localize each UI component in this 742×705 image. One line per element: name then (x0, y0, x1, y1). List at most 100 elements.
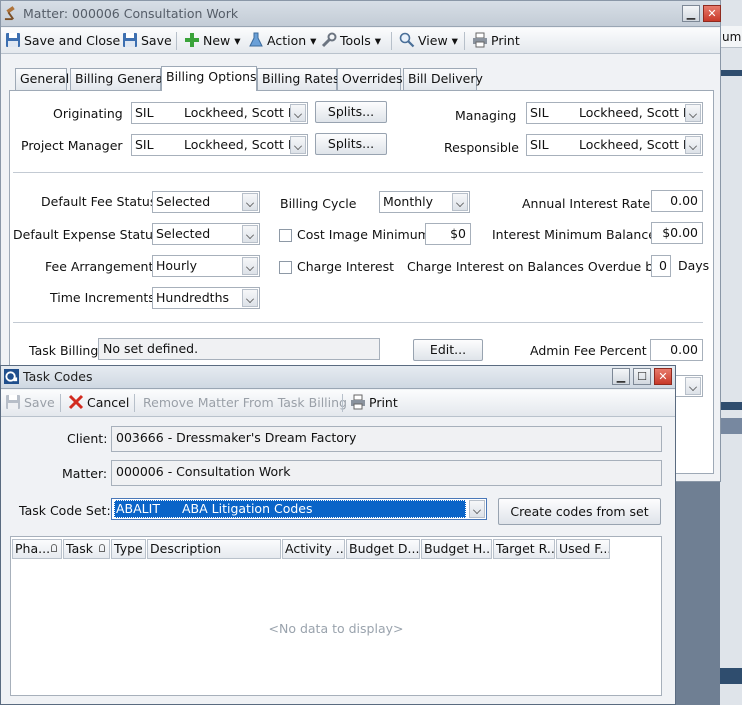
print-button[interactable]: Print (472, 31, 520, 51)
task-code-set-combo[interactable]: ABALIT ABA Litigation Codes (111, 498, 487, 520)
cost-image-minimum-field[interactable]: $0 (425, 223, 471, 245)
maximize-button[interactable]: ☐ (633, 368, 651, 385)
overdue-days-field[interactable]: 0 (651, 255, 671, 277)
save-button[interactable]: Save (5, 393, 55, 413)
chevron-down-icon[interactable] (469, 500, 485, 518)
project-manager-splits-button[interactable]: Splits... (315, 133, 387, 155)
tab-billing-rates[interactable]: Billing Rates (257, 68, 339, 90)
column-header-description[interactable]: Description (147, 539, 281, 559)
originating-splits-button[interactable]: Splits... (315, 101, 387, 123)
chevron-down-icon[interactable] (290, 136, 306, 154)
create-codes-button[interactable]: Create codes from set (498, 498, 661, 525)
view-menu-button[interactable]: View ▾ (399, 31, 458, 51)
print-button[interactable]: Print (350, 393, 398, 413)
column-header-phase[interactable]: Pha... (12, 539, 62, 559)
action-menu-button[interactable]: Action ▾ (248, 31, 316, 51)
tools-label: Tools (340, 33, 371, 48)
charge-interest-overdue-label: Charge Interest on Balances Overdue by (407, 259, 661, 274)
new-menu-button[interactable]: New ▾ (184, 31, 241, 51)
responsible-label: Responsible (444, 140, 519, 155)
minimize-button[interactable]: ▁ (612, 368, 630, 385)
project-manager-label: Project Manager (21, 138, 123, 153)
managing-name: Lockheed, Scott I. (579, 105, 691, 120)
chevron-down-icon[interactable] (685, 377, 701, 395)
print-label: Print (491, 33, 520, 48)
responsible-combo[interactable]: SIL Lockheed, Scott I. (526, 134, 703, 156)
save-button[interactable]: Save (122, 31, 172, 51)
view-label: View (418, 33, 448, 48)
column-header-budget-h[interactable]: Budget H... (421, 539, 492, 559)
managing-code: SIL (530, 105, 549, 120)
floppy-disk-icon (6, 33, 20, 47)
project-manager-combo[interactable]: SIL Lockheed, Scott I. (131, 134, 308, 156)
column-header-target-r[interactable]: Target R... (493, 539, 555, 559)
chevron-down-icon[interactable] (242, 193, 258, 211)
toolbar-separator (134, 394, 135, 412)
remove-matter-button[interactable]: Remove Matter From Task Billing (143, 393, 347, 413)
printer-icon (351, 394, 365, 410)
tab-bill-delivery[interactable]: Bill Delivery (403, 68, 483, 90)
column-header-task[interactable]: Task (63, 539, 110, 559)
time-increments-combo[interactable]: Hundredths (152, 287, 260, 309)
column-header-activity[interactable]: Activity ... (282, 539, 345, 559)
column-header-budget-d[interactable]: Budget D... (346, 539, 420, 559)
save-and-close-label: Save and Close (24, 33, 121, 48)
action-label: Action (267, 33, 307, 48)
magnifier-icon (399, 32, 415, 48)
default-expense-status-label: Default Expense Status (13, 227, 160, 242)
matter-titlebar[interactable]: Matter: 000006 Consultation Work ▁ ✕ (1, 1, 721, 27)
cancel-button[interactable]: Cancel (68, 393, 129, 413)
task-codes-titlebar[interactable]: Task Codes ▁ ☐ ✕ (1, 366, 675, 389)
column-header-label: Pha... (15, 541, 51, 556)
sort-icon (51, 544, 57, 552)
annual-interest-rate-field[interactable]: 0.00 (651, 190, 703, 212)
billing-cycle-combo[interactable]: Monthly (379, 191, 470, 213)
charge-interest-label: Charge Interest (297, 259, 394, 274)
tab-general[interactable]: General (15, 68, 69, 90)
no-data-message: <No data to display> (268, 621, 404, 636)
task-codes-window: Task Codes ▁ ☐ ✕ Save Cancel Remove Matt… (0, 365, 676, 705)
default-expense-status-combo[interactable]: Selected (152, 223, 260, 245)
obscured-combo[interactable] (673, 375, 703, 397)
tab-billing-options[interactable]: Billing Options (161, 66, 257, 91)
background-bar (720, 402, 742, 410)
tools-menu-button[interactable]: Tools ▾ (321, 31, 381, 51)
default-fee-status-value: Selected (156, 194, 211, 209)
tab-billing-general[interactable]: Billing General (70, 68, 167, 90)
chevron-down-icon[interactable] (685, 136, 701, 154)
close-button[interactable]: ✕ (703, 5, 721, 22)
chevron-down-icon[interactable] (452, 193, 468, 211)
chevron-down-icon[interactable] (685, 104, 701, 122)
close-button[interactable]: ✕ (654, 368, 672, 385)
originating-combo[interactable]: SIL Lockheed, Scott I. (131, 102, 308, 124)
interest-minimum-balance-field[interactable]: $0.00 (651, 222, 703, 244)
task-billing-edit-button[interactable]: Edit... (413, 339, 483, 361)
tab-overrides[interactable]: Overrides (337, 68, 403, 90)
chevron-down-icon[interactable] (242, 289, 258, 307)
matter-window-title: Matter: 000006 Consultation Work (23, 6, 239, 21)
toolbar-separator (342, 394, 343, 412)
save-and-close-button[interactable]: Save and Close (5, 31, 120, 51)
originating-name: Lockheed, Scott I. (184, 105, 296, 120)
managing-combo[interactable]: SIL Lockheed, Scott I. (526, 102, 703, 124)
charge-interest-checkbox[interactable] (279, 261, 292, 274)
chevron-down-icon[interactable] (242, 225, 258, 243)
wrench-icon (321, 32, 337, 48)
default-fee-status-combo[interactable]: Selected (152, 191, 260, 213)
responsible-code: SIL (530, 137, 549, 152)
project-manager-code: SIL (135, 137, 154, 152)
originating-label: Originating (53, 106, 123, 121)
new-label: New (203, 33, 231, 48)
minimize-button[interactable]: ▁ (682, 5, 700, 22)
task-billing-field: No set defined. (98, 338, 380, 360)
background-bar (720, 70, 742, 76)
column-header-used-f[interactable]: Used F... (556, 539, 610, 559)
background-window-strip: um (720, 0, 742, 705)
cost-image-minimum-checkbox[interactable] (279, 229, 292, 242)
project-manager-name: Lockheed, Scott I. (184, 137, 296, 152)
chevron-down-icon[interactable] (290, 104, 306, 122)
fee-arrangement-combo[interactable]: Hourly (152, 255, 260, 277)
chevron-down-icon[interactable] (242, 257, 258, 275)
column-header-type[interactable]: Type (111, 539, 146, 559)
admin-fee-percent-field[interactable]: 0.00 (650, 339, 703, 361)
